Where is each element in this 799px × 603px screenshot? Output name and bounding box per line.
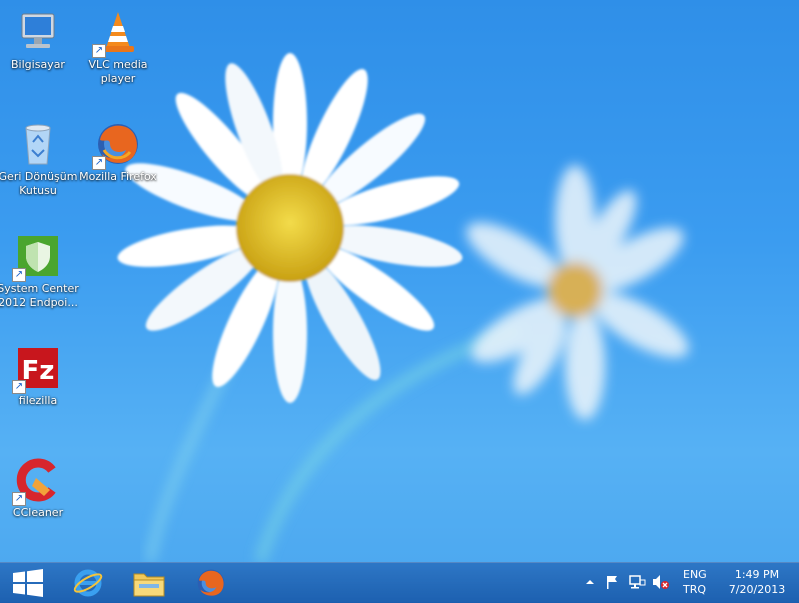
taskbar-file-explorer[interactable]: [121, 563, 177, 603]
shortcut-arrow-icon: ↗: [92, 44, 106, 58]
language-label: ENG: [683, 568, 707, 581]
desktop-icon-label: Geri Dönüşüm Kutusu: [0, 170, 78, 197]
shortcut-arrow-icon: ↗: [12, 492, 26, 506]
desktop-icon-label: System Center 2012 Endpoi...: [0, 282, 79, 309]
speaker-muted-icon: [653, 575, 669, 589]
desktop-icon-vlc[interactable]: ↗ VLC media player: [76, 8, 160, 86]
network-button[interactable]: [628, 574, 646, 590]
flag-icon: [607, 576, 617, 589]
file-explorer-icon: [133, 573, 165, 597]
shortcut-arrow-icon: ↗: [12, 380, 26, 394]
taskbar: ENG TRQ 1:49 PM 7/20/2013: [0, 562, 799, 603]
shortcut-arrow-icon: ↗: [92, 156, 106, 170]
firefox-icon: ↗: [92, 120, 142, 170]
taskbar-firefox[interactable]: [183, 563, 239, 603]
start-button[interactable]: [0, 563, 56, 603]
ccleaner-icon: ↗: [12, 456, 62, 506]
firefox-icon: [197, 569, 225, 597]
desktop-icon-label: Bilgisayar: [11, 58, 65, 71]
desktop-icon-label: Mozilla Firefox: [79, 170, 157, 183]
taskbar-internet-explorer[interactable]: [60, 563, 116, 603]
vlc-icon: ↗: [92, 8, 142, 58]
shield-icon: ↗: [12, 232, 62, 282]
desktop-icon-filezilla[interactable]: Fz ↗ filezilla: [0, 344, 80, 408]
shortcut-arrow-icon: ↗: [12, 268, 26, 282]
action-center-button[interactable]: [604, 574, 620, 590]
desktop-icon-label: CCleaner: [12, 506, 64, 519]
computer-icon: [14, 8, 62, 56]
keyboard-layout-label: TRQ: [683, 583, 707, 596]
clock-time: 1:49 PM: [734, 568, 780, 581]
volume-button[interactable]: [652, 574, 669, 590]
filezilla-icon: Fz ↗: [12, 344, 62, 394]
recycle-bin-icon: [14, 120, 62, 168]
desktop-icon-computer[interactable]: Bilgisayar: [0, 8, 80, 72]
chevron-up-icon: [586, 580, 594, 584]
clock-button[interactable]: 1:49 PM 7/20/2013: [722, 567, 792, 597]
desktop-icon-ccleaner[interactable]: ↗ CCleaner: [0, 456, 80, 520]
desktop-icon-firefox[interactable]: ↗ Mozilla Firefox: [76, 120, 160, 184]
input-language-button[interactable]: ENG TRQ: [683, 567, 707, 597]
network-icon: [629, 575, 646, 589]
clock-date: 7/20/2013: [728, 583, 786, 596]
show-hidden-icons-button[interactable]: [582, 574, 598, 590]
desktop-icon-label: VLC media player: [88, 58, 148, 85]
desktop-icon-recycle-bin[interactable]: Geri Dönüşüm Kutusu: [0, 120, 80, 198]
desktop-icon-label: filezilla: [18, 394, 58, 407]
start-icon: [13, 569, 43, 597]
desktop-icon-system-center[interactable]: ↗ System Center 2012 Endpoi...: [0, 232, 80, 310]
svg-text:Fz: Fz: [22, 356, 55, 386]
internet-explorer-icon: [73, 569, 103, 597]
